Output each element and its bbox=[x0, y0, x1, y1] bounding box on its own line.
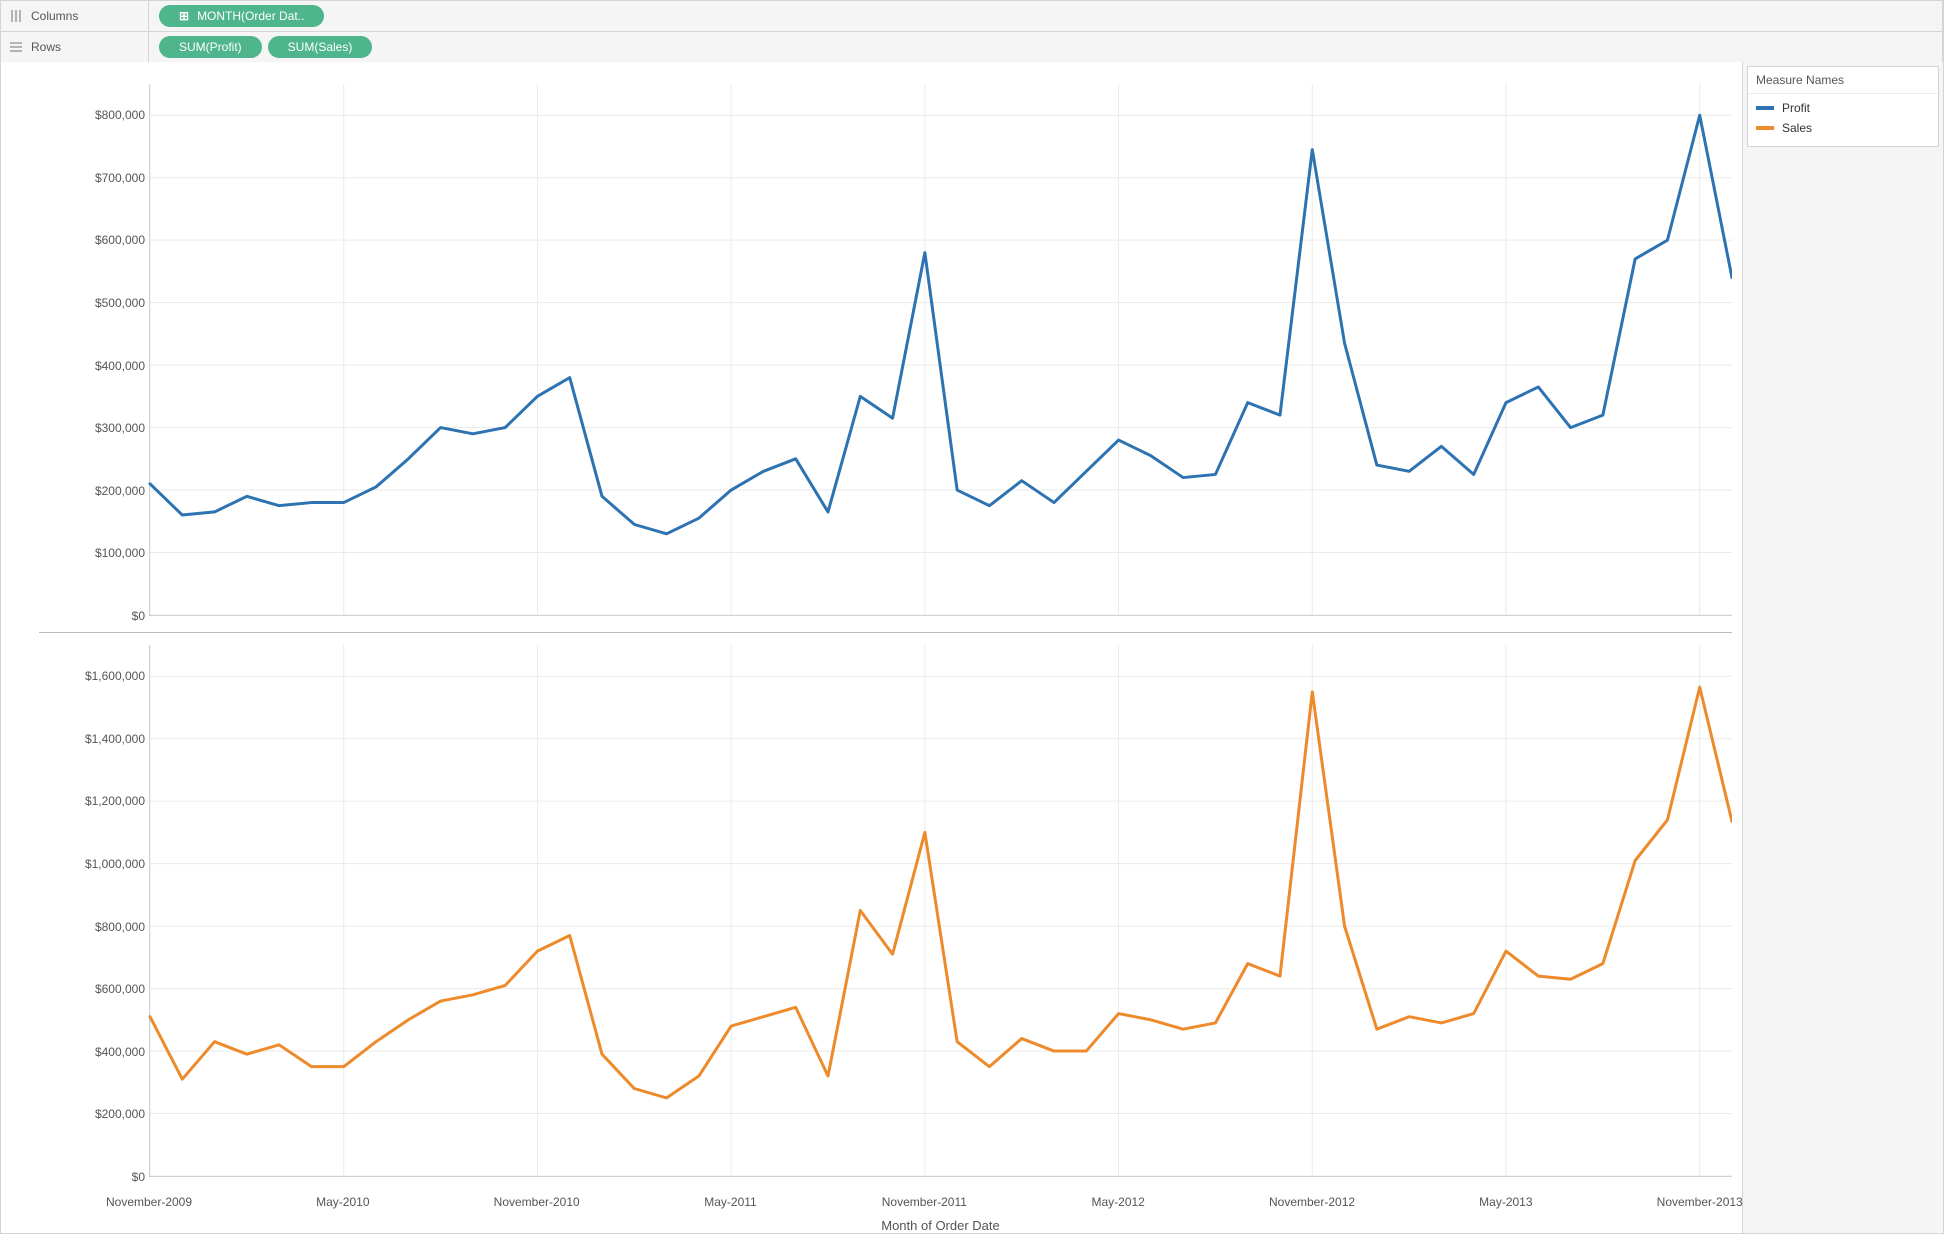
legend-swatch bbox=[1756, 126, 1774, 130]
plot-area[interactable] bbox=[149, 84, 1732, 616]
y-tick-label: $400,000 bbox=[95, 359, 145, 373]
x-tick-label: November-2010 bbox=[494, 1195, 580, 1209]
legend-panel: Measure Names Profit Sales bbox=[1742, 62, 1943, 1233]
x-tick-label: May-2013 bbox=[1479, 1195, 1532, 1209]
legend-item-label: Profit bbox=[1782, 101, 1810, 115]
legend-item[interactable]: Profit bbox=[1756, 98, 1930, 118]
x-tick-label: November-2011 bbox=[882, 1195, 967, 1209]
y-tick-label: $0 bbox=[132, 609, 145, 623]
x-tick-label: May-2011 bbox=[704, 1195, 756, 1209]
y-tick-label: $200,000 bbox=[95, 484, 145, 498]
rows-shelf-dropzone[interactable]: SUM(Profit) SUM(Sales) bbox=[149, 32, 1943, 62]
y-tick-label: $700,000 bbox=[95, 171, 145, 185]
y-tick-label: $300,000 bbox=[95, 421, 145, 435]
columns-shelf-label: Columns bbox=[31, 9, 78, 23]
columns-shelf[interactable]: Columns ⊞ MONTH(Order Dat.. bbox=[0, 0, 1944, 31]
x-tick-label: November-2013 bbox=[1657, 1195, 1743, 1209]
legend-swatch bbox=[1756, 106, 1774, 110]
y-tick-label: $1,200,000 bbox=[85, 794, 145, 808]
legend-title: Measure Names bbox=[1748, 67, 1938, 94]
legend-item[interactable]: Sales bbox=[1756, 118, 1930, 138]
y-tick-label: $500,000 bbox=[95, 296, 145, 310]
rows-shelf-label: Rows bbox=[31, 40, 61, 54]
y-tick-label: $800,000 bbox=[95, 920, 145, 934]
chart-pane-sales[interactable]: Sales$0$200,000$400,000$600,000$800,000$… bbox=[39, 632, 1732, 1193]
x-axis-title: Month of Order Date bbox=[149, 1218, 1732, 1233]
field-pill[interactable]: ⊞ MONTH(Order Dat.. bbox=[159, 5, 324, 27]
y-tick-label: $100,000 bbox=[95, 546, 145, 560]
field-pill[interactable]: SUM(Profit) bbox=[159, 36, 262, 58]
legend-item-label: Sales bbox=[1782, 121, 1812, 135]
y-tick-label: $1,000,000 bbox=[85, 857, 145, 871]
field-pill[interactable]: SUM(Sales) bbox=[268, 36, 373, 58]
legend-box[interactable]: Measure Names Profit Sales bbox=[1747, 66, 1939, 147]
y-tick-label: $600,000 bbox=[95, 982, 145, 996]
x-tick-label: November-2009 bbox=[106, 1195, 192, 1209]
field-pill-label: MONTH(Order Dat.. bbox=[197, 9, 304, 23]
columns-shelf-label-cell: Columns bbox=[1, 1, 149, 31]
rows-icon bbox=[9, 40, 23, 54]
y-tick-label: $600,000 bbox=[95, 233, 145, 247]
line-series-sales[interactable] bbox=[150, 687, 1732, 1098]
chart-pane-profit[interactable]: Profit$0$100,000$200,000$300,000$400,000… bbox=[39, 72, 1732, 632]
viz-area[interactable]: Profit$0$100,000$200,000$300,000$400,000… bbox=[1, 62, 1742, 1233]
y-tick-label: $1,600,000 bbox=[85, 669, 145, 683]
columns-shelf-dropzone[interactable]: ⊞ MONTH(Order Dat.. bbox=[149, 1, 1943, 31]
y-tick-label: $1,400,000 bbox=[85, 732, 145, 746]
rows-shelf-label-cell: Rows bbox=[1, 32, 149, 62]
columns-icon bbox=[9, 9, 23, 23]
rows-shelf[interactable]: Rows SUM(Profit) SUM(Sales) bbox=[0, 31, 1944, 62]
expand-plus-icon[interactable]: ⊞ bbox=[179, 9, 189, 23]
x-tick-label: May-2010 bbox=[316, 1195, 369, 1209]
y-tick-label: $0 bbox=[132, 1170, 145, 1184]
y-tick-label: $400,000 bbox=[95, 1045, 145, 1059]
y-tick-label: $800,000 bbox=[95, 108, 145, 122]
x-tick-label: May-2012 bbox=[1091, 1195, 1144, 1209]
field-pill-label: SUM(Sales) bbox=[288, 40, 353, 54]
plot-area[interactable] bbox=[149, 645, 1732, 1177]
field-pill-label: SUM(Profit) bbox=[179, 40, 242, 54]
y-tick-label: $200,000 bbox=[95, 1107, 145, 1121]
x-tick-label: November-2012 bbox=[1269, 1195, 1355, 1209]
